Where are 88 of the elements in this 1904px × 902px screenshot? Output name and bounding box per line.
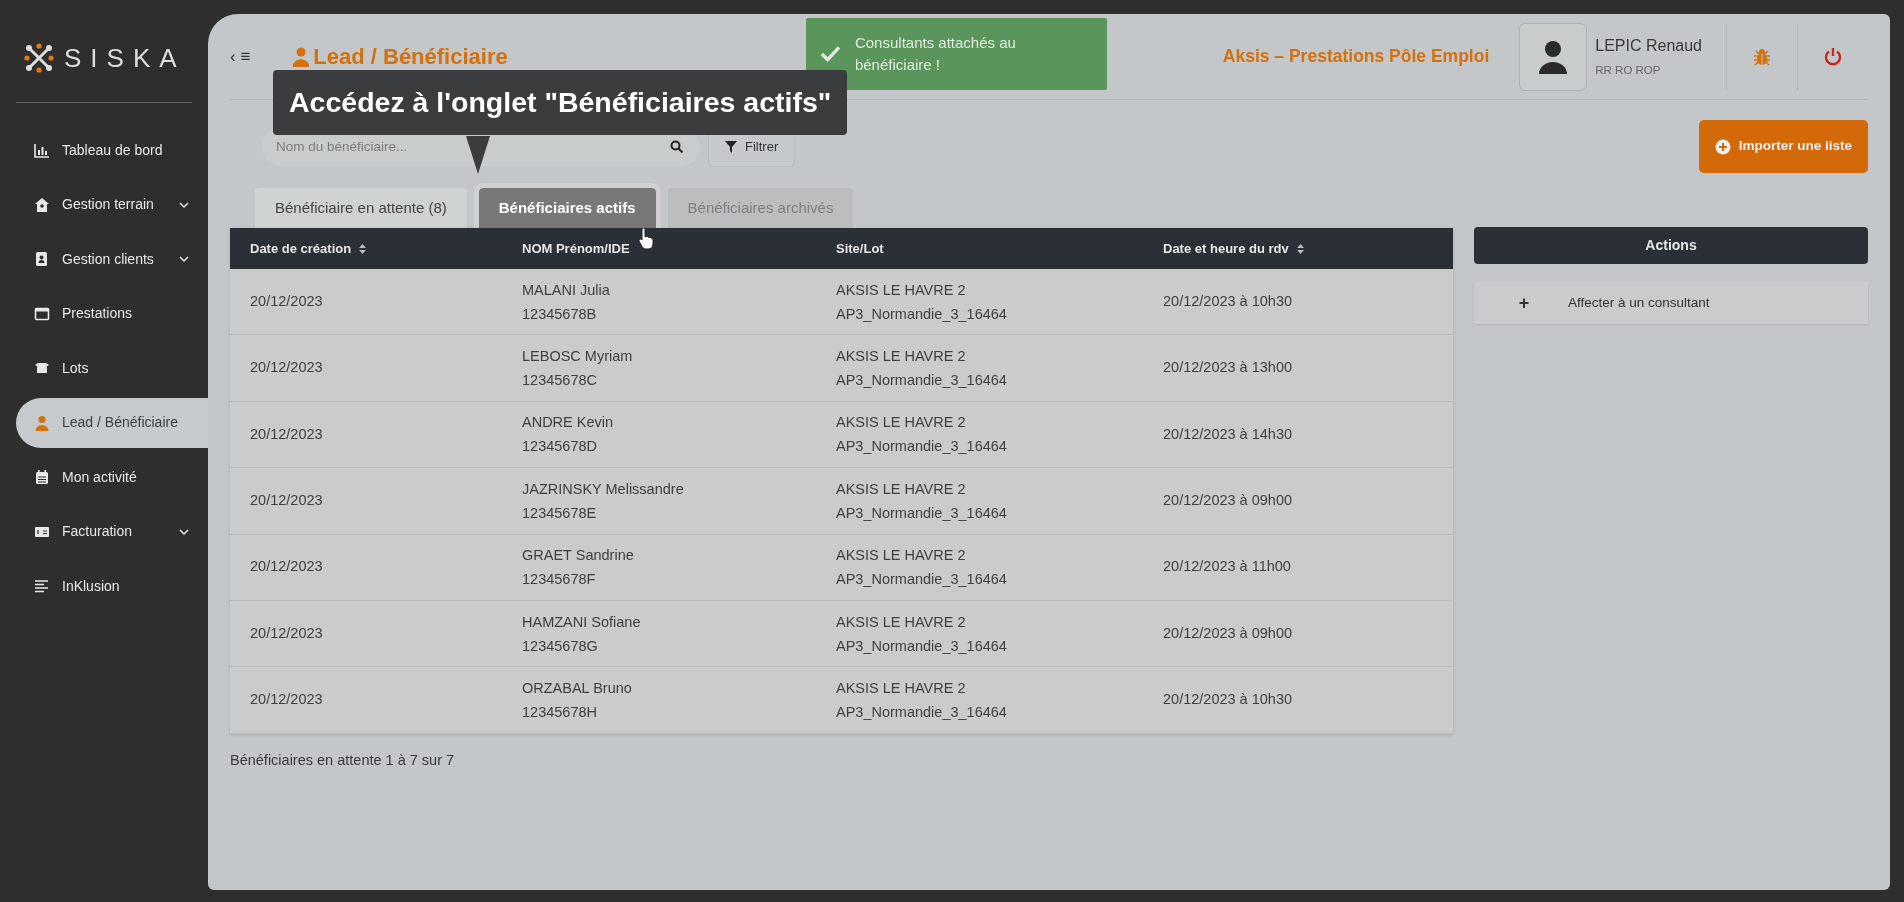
table-cell-text: 20/12/2023 [250,424,324,444]
table-cell-text: 12345678D [522,437,598,457]
house-icon [34,196,50,213]
column-header: Date et heure du rdv [1163,239,1289,258]
table-cell-text: AP3_Normandie_3_16464 [836,703,1008,723]
column-header: NOM Prénom/IDE [522,239,630,258]
tooltip-pointer [466,136,490,174]
power-icon[interactable] [1823,46,1843,67]
person-icon [292,46,311,67]
sort-icon[interactable] [1296,243,1304,254]
table-cell-text: 20/12/2023 [250,690,324,710]
table-cell-text: AP3_Normandie_3_16464 [836,636,1008,656]
sidebar-toggle-button[interactable]: ‹ ≡ [230,43,263,70]
sidebar-item[interactable]: Gestion terrain [16,179,208,230]
check-icon [820,45,841,63]
pagination-text: Bénéficiaires en attente 1 à 7 sur 7 [230,750,456,770]
table-cell-text: HAMZANI Sofiane [522,612,642,632]
table-cell-text: 20/12/2023 [250,491,324,510]
user-name: LEPIC Renaud [1595,35,1702,56]
action-item[interactable]: + Affecter à un consultant [1474,282,1868,324]
sidebar-item[interactable]: Lots [16,343,208,393]
sidebar-item[interactable]: InKlusion [16,561,208,611]
table-cell-text: 20/12/2023 [250,358,324,378]
table-cell-text: ANDRE Kevin [522,413,615,433]
success-toast: Consultants attachés au bénéficiaire ! [806,18,1107,90]
logo-icon [24,43,54,73]
sidebar-item[interactable]: Mon activité [16,452,208,502]
sidebar-item[interactable]: Facturation [16,506,208,557]
table-cell-text: AP3_Normandie_3_16464 [836,304,1008,324]
table-cell-text: 20/12/2023 à 13h00 [1163,358,1293,378]
logo-text: SISKA [64,41,186,75]
table-cell-text: 20/12/2023 [250,557,324,577]
table-cell-text: AKSIS LE HAVRE 2 [836,679,967,699]
table-cell-text: AP3_Normandie_3_16464 [836,503,1008,523]
table-cell-text: LEBOSC Myriam [522,347,634,367]
page-title: Lead / Bénéficiaire [313,43,508,71]
tooltip: Accédez à l'onglet "Bénéficiaires actifs" [273,70,848,135]
table-cell-text: MALANI Julia [522,280,611,300]
table-cell-text: AP3_Normandie_3_16464 [836,437,1008,457]
sidebar-item[interactable]: Lead / Bénéficiaire [16,397,208,448]
table-cell-text: 20/12/2023 [250,623,324,643]
table-cell-text: AP3_Normandie_3_16464 [836,570,1008,590]
table-cell-text: 20/12/2023 à 11h00 [1163,557,1292,577]
column-header: Date de création [250,239,352,258]
bar-chart-icon [34,142,50,158]
table-cell-text: 12345678H [522,703,598,723]
table-cell-text: AKSIS LE HAVRE 2 [836,546,967,566]
table-cell-text: 12345678G [522,636,599,656]
table-cell-text: JAZRINSKY Melissandre [522,479,685,499]
hand-cursor-icon [638,228,654,250]
table-cell-text: 20/12/2023 [250,291,324,311]
table-cell-text: AKSIS LE HAVRE 2 [836,347,967,367]
column-header: Site/Lot [836,239,884,258]
table-cell-text: 20/12/2023 à 09h00 [1163,491,1293,510]
table-cell-text: 12345678B [522,304,598,324]
table-cell-text: 20/12/2023 à 14h30 [1163,424,1293,444]
table-cell-text: 12345678C [522,371,598,391]
search-icon [670,139,684,154]
table-cell-text: GRAET Sandrine [522,546,635,566]
table-cell-text: 20/12/2023 à 10h30 [1163,690,1293,710]
table-cell-text: AKSIS LE HAVRE 2 [836,612,967,632]
sort-icon[interactable] [359,243,367,254]
tab[interactable]: Bénéficiaire en attente (8) [255,188,467,228]
sidebar-item[interactable]: Gestion clients [16,234,208,284]
sidebar-item[interactable]: Prestations [16,288,208,339]
avatar[interactable] [1519,22,1588,91]
align-left-icon [34,578,50,594]
contact-card-icon [34,251,50,267]
window-icon [34,305,50,322]
box-icon [34,360,50,376]
sidebar-item[interactable]: Tableau de bord [16,125,208,175]
table-cell-text: AP3_Normandie_3_16464 [836,371,1008,391]
filter-icon [725,140,737,153]
plus-circle-icon [1714,138,1731,155]
person-icon [34,414,50,431]
table-cell-text: AKSIS LE HAVRE 2 [836,479,967,499]
table-cell-text: 20/12/2023 à 09h00 [1163,623,1293,643]
actions-header: Actions [1474,227,1868,264]
table-cell-text: 12345678F [522,570,597,590]
chevron-down-icon [178,253,190,265]
table-cell-text: ORZABAL Bruno [522,679,633,699]
table-cell-text: AKSIS LE HAVRE 2 [836,280,967,300]
table-cell-text: AKSIS LE HAVRE 2 [836,413,967,433]
user-role: RR RO ROP [1595,62,1662,78]
calendar-icon [34,469,50,485]
table-cell-text: 12345678E [522,503,598,523]
organization-name: Aksis – Prestations Pôle Emploi [1222,45,1490,69]
table-cell-text: 20/12/2023 à 10h30 [1163,291,1293,311]
